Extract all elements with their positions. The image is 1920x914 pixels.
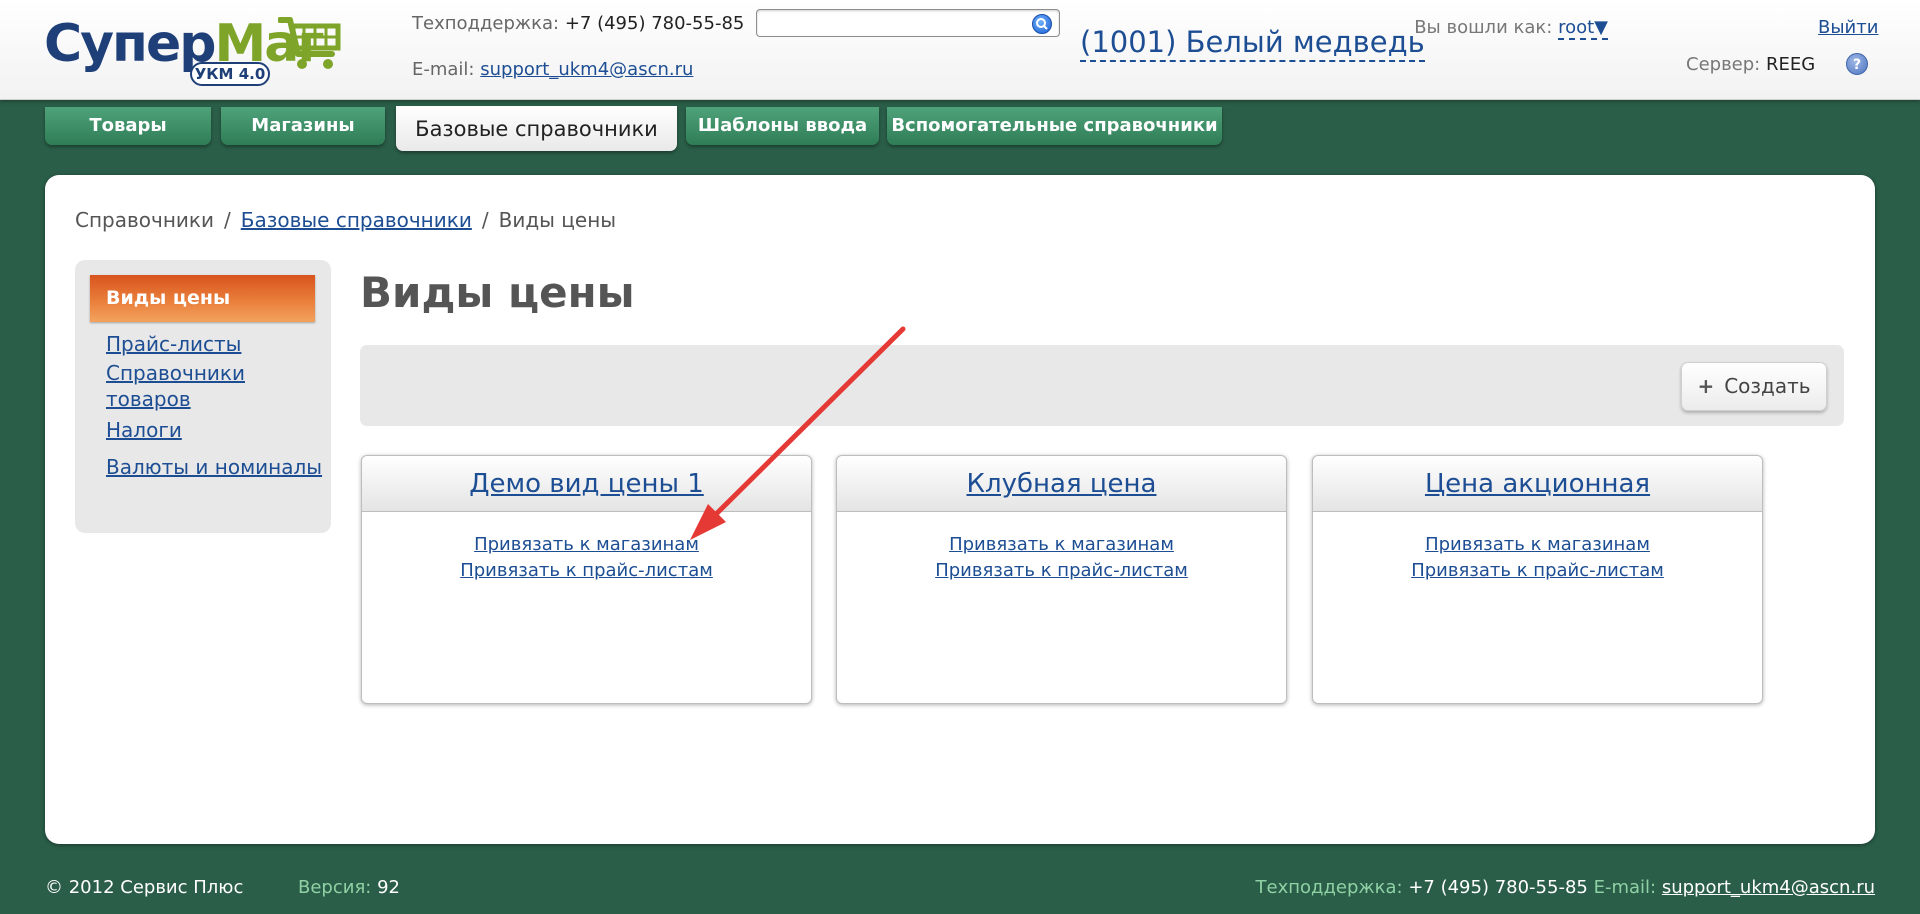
- bind-stores-link[interactable]: Привязать к магазинам: [1313, 532, 1762, 558]
- bind-price-lists-link[interactable]: Привязать к прайс-листам: [1313, 558, 1762, 584]
- breadcrumb-root: Справочники: [75, 208, 214, 232]
- price-type-card: Цена акционная Привязать к магазинам При…: [1312, 455, 1763, 704]
- card-header: Цена акционная: [1313, 456, 1762, 512]
- footer-email-link[interactable]: support_ukm4@ascn.ru: [1662, 877, 1875, 898]
- sidebar-item-taxes[interactable]: Налоги: [106, 417, 182, 443]
- footer-support: Техподдержка: +7 (495) 780-55-85 E-mail:…: [1255, 877, 1876, 898]
- bind-price-lists-link[interactable]: Привязать к прайс-листам: [837, 558, 1286, 584]
- page-title: Виды цены: [360, 268, 635, 317]
- store-selector[interactable]: (1001) Белый медведь: [1080, 24, 1425, 62]
- header-email-link[interactable]: support_ukm4@ascn.ru: [480, 59, 693, 80]
- card-title-link[interactable]: Цена акционная: [1425, 469, 1650, 499]
- card-links: Привязать к магазинам Привязать к прайс-…: [837, 512, 1286, 584]
- create-button[interactable]: + Создать: [1681, 362, 1827, 411]
- tab-base-directories[interactable]: Базовые справочники: [396, 106, 677, 151]
- sidebar-item-currencies[interactable]: Валюты и номиналы: [106, 454, 322, 480]
- server-info: Сервер: REEG: [1686, 54, 1816, 75]
- logo-badge: УКМ 4.0: [190, 62, 270, 86]
- card-title-link[interactable]: Демо вид цены 1: [469, 469, 704, 499]
- search-input[interactable]: [757, 10, 1027, 36]
- tab-goods[interactable]: Товары: [45, 107, 211, 145]
- sidebar-item-price-lists[interactable]: Прайс-листы: [106, 331, 241, 357]
- tab-input-templates[interactable]: Шаблоны ввода: [686, 107, 879, 145]
- header-support-phone: Техподдержка: +7 (495) 780-55-85: [412, 13, 745, 34]
- breadcrumb-current: Виды цены: [498, 208, 617, 232]
- bind-stores-link[interactable]: Привязать к магазинам: [837, 532, 1286, 558]
- footer-version: Версия: 92: [298, 877, 400, 898]
- breadcrumb: Справочники / Базовые справочники / Виды цен…: [75, 208, 617, 232]
- price-type-card: Демо вид цены 1 Привязать к магазинам Пр…: [361, 455, 812, 704]
- cart-icon: [278, 17, 341, 69]
- search-icon[interactable]: [1032, 14, 1052, 34]
- tab-stores[interactable]: Магазины: [221, 107, 385, 145]
- card-title-link[interactable]: Клубная цена: [967, 469, 1157, 499]
- tab-auxiliary-directories[interactable]: Вспомогательные справочники: [887, 107, 1222, 145]
- logout-link[interactable]: Выйти: [1818, 17, 1878, 38]
- price-type-card: Клубная цена Привязать к магазинам Привя…: [836, 455, 1287, 704]
- footer-copyright: © 2012 Сервис Плюс: [45, 877, 244, 898]
- sidebar-item-goods-directories[interactable]: Справочники товаров: [106, 360, 306, 412]
- magnifier-glyph: [1036, 18, 1048, 30]
- bind-price-lists-link[interactable]: Привязать к прайс-листам: [362, 558, 811, 584]
- sidebar: Виды цены Прайс-листы Справочники товаро…: [75, 260, 331, 533]
- user-menu[interactable]: root▼: [1558, 17, 1608, 40]
- login-info: Вы вошли как: root▼: [1414, 17, 1608, 40]
- search-box: [756, 9, 1060, 37]
- header-support-email: E-mail: support_ukm4@ascn.ru: [412, 59, 694, 80]
- top-header: СуперМаг УКМ 4.0 Техподдержка: +7 (495) …: [0, 0, 1920, 100]
- plus-icon: +: [1697, 374, 1715, 398]
- bind-stores-link[interactable]: Привязать к магазинам: [362, 532, 811, 558]
- main-panel: Справочники / Базовые справочники / Виды цен…: [45, 175, 1875, 844]
- card-header: Клубная цена: [837, 456, 1286, 512]
- chevron-down-icon: ▼: [1594, 17, 1608, 38]
- card-links: Привязать к магазинам Привязать к прайс-…: [362, 512, 811, 584]
- card-header: Демо вид цены 1: [362, 456, 811, 512]
- card-links: Привязать к магазинам Привязать к прайс-…: [1313, 512, 1762, 584]
- sidebar-item-price-types[interactable]: Виды цены: [90, 275, 315, 322]
- help-icon[interactable]: ?: [1846, 53, 1868, 75]
- breadcrumb-parent-link[interactable]: Базовые справочники: [241, 208, 472, 232]
- supermag-logo[interactable]: СуперМаг УКМ 4.0: [44, 10, 354, 88]
- toolbar: + Создать: [360, 345, 1844, 426]
